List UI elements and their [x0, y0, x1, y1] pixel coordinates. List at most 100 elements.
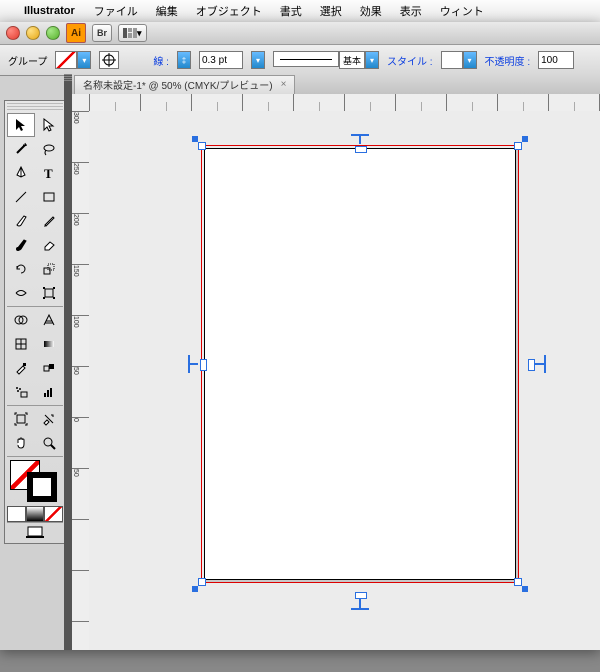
stroke-indicator[interactable]	[27, 472, 57, 502]
document-tab-bar: 名称未設定-1* @ 50% (CMYK/プレビュー) ×	[64, 74, 600, 95]
gradient-tool[interactable]	[35, 332, 63, 356]
zoom-tool[interactable]	[35, 431, 63, 455]
stroke-panel-link[interactable]: 線 :	[153, 53, 169, 68]
stroke-weight-stepper[interactable]: ‡	[177, 51, 191, 69]
app-menu[interactable]: Illustrator	[14, 5, 85, 17]
close-window-button[interactable]	[6, 26, 20, 40]
panel-collapse-strip[interactable]	[64, 74, 72, 650]
stroke-preset-label: 基本	[339, 51, 365, 69]
control-bar: グループ ▾ 線 : ‡ 0.3 pt ▾ 基本 ▾ スタイル : ▾ 不透明度…	[0, 45, 600, 76]
fill-swatch[interactable]	[55, 51, 77, 69]
anchor-top-right[interactable]	[522, 136, 528, 142]
magic-wand-tool[interactable]	[7, 137, 35, 161]
ruler-tick-label: 100	[72, 316, 79, 328]
handle-top-left[interactable]	[198, 142, 206, 150]
handle-top-right[interactable]	[514, 142, 522, 150]
screen-mode-button[interactable]	[7, 522, 63, 541]
ruler-origin-box[interactable]	[72, 94, 90, 112]
free-transform-tool[interactable]	[35, 281, 63, 305]
zoom-window-button[interactable]	[46, 26, 60, 40]
blob-brush-tool[interactable]	[7, 233, 35, 257]
ruler-tick-label: 250	[72, 163, 79, 175]
reference-point-selector[interactable]	[99, 51, 119, 69]
blend-tool[interactable]	[35, 356, 63, 380]
svg-text:T: T	[44, 166, 53, 180]
mesh-tool[interactable]	[7, 332, 35, 356]
bridge-button[interactable]: Br	[92, 24, 112, 42]
stroke-profile-preview[interactable]	[273, 51, 339, 67]
handle-bottom-left[interactable]	[198, 578, 206, 586]
slice-tool[interactable]	[35, 407, 63, 431]
vertical-ruler[interactable]: 300 250 200 150 100 50 0 50	[72, 111, 90, 650]
close-tab-button[interactable]: ×	[281, 79, 287, 90]
fill-dropdown[interactable]: ▾	[77, 51, 91, 69]
menu-view[interactable]: 表示	[391, 3, 431, 19]
graphic-style-swatch[interactable]	[441, 51, 463, 69]
handle-top-mid[interactable]	[351, 134, 369, 138]
menu-file[interactable]: ファイル	[85, 3, 147, 19]
paintbrush-tool[interactable]	[7, 209, 35, 233]
shape-builder-tool[interactable]	[7, 308, 35, 332]
menu-effect[interactable]: 効果	[351, 3, 391, 19]
bridge-label: Br	[97, 28, 107, 38]
pen-tool[interactable]	[7, 161, 35, 185]
ruler-tick-label: 150	[72, 265, 79, 277]
menu-type[interactable]: 書式	[271, 3, 311, 19]
opacity-field[interactable]: 100	[538, 51, 574, 69]
document-tab[interactable]: 名称未設定-1* @ 50% (CMYK/プレビュー) ×	[74, 75, 295, 94]
stroke-weight-dropdown[interactable]: ▾	[251, 51, 265, 69]
graphic-style-dropdown[interactable]: ▾	[463, 51, 477, 69]
rotate-tool[interactable]	[7, 257, 35, 281]
handle-bottom-right[interactable]	[514, 578, 522, 586]
panel-gripper[interactable]	[7, 103, 63, 111]
arrange-documents-button[interactable]: ▾	[118, 24, 147, 42]
ruler-tick-label: 0	[72, 418, 79, 422]
ruler-tick-label: 50	[72, 469, 79, 477]
type-tool[interactable]: T	[35, 161, 63, 185]
rectangle-tool[interactable]	[35, 185, 63, 209]
anchor-top-left[interactable]	[192, 136, 198, 142]
hand-tool[interactable]	[7, 431, 35, 455]
opacity-panel-link[interactable]: 不透明度 :	[485, 53, 531, 68]
perspective-grid-tool[interactable]	[35, 308, 63, 332]
stroke-profile-dropdown[interactable]: ▾	[365, 51, 379, 69]
registration-icon	[102, 53, 116, 67]
ruler-tick-label: 50	[72, 367, 79, 375]
lasso-tool[interactable]	[35, 137, 63, 161]
menu-edit[interactable]: 編集	[147, 3, 187, 19]
stroke-weight-field[interactable]: 0.3 pt	[199, 51, 243, 69]
pencil-tool[interactable]	[35, 209, 63, 233]
anchor-bottom-right[interactable]	[522, 586, 528, 592]
selection-type-label: グループ	[8, 53, 47, 68]
tools-panel: T	[4, 100, 66, 544]
horizontal-ruler[interactable]	[89, 94, 600, 112]
scale-tool[interactable]	[35, 257, 63, 281]
illustrator-window: Ai Br ▾ グループ ▾ 線 : ‡ 0.3 pt ▾ 基本 ▾ スタイル …	[0, 22, 600, 650]
eyedropper-tool[interactable]	[7, 356, 35, 380]
menu-object[interactable]: オブジェクト	[187, 3, 271, 19]
fill-stroke-indicator[interactable]	[7, 458, 63, 504]
direct-selection-tool[interactable]	[35, 113, 63, 137]
menu-select[interactable]: 選択	[311, 3, 351, 19]
width-tool[interactable]	[7, 281, 35, 305]
artboard-tool[interactable]	[7, 407, 35, 431]
none-mode-button[interactable]	[44, 506, 63, 522]
ruler-tick-label: 300	[72, 112, 79, 124]
selection-tool[interactable]	[7, 113, 35, 137]
column-graph-tool[interactable]	[35, 380, 63, 404]
minimize-window-button[interactable]	[26, 26, 40, 40]
handle-bottom-mid[interactable]	[351, 596, 369, 600]
handle-left-mid[interactable]	[188, 355, 192, 373]
eraser-tool[interactable]	[35, 233, 63, 257]
menu-window[interactable]: ウィント	[431, 3, 493, 19]
handle-right-mid[interactable]	[532, 355, 536, 373]
anchor-bottom-left[interactable]	[192, 586, 198, 592]
symbol-sprayer-tool[interactable]	[7, 380, 35, 404]
selection-bounding-box[interactable]	[201, 145, 519, 583]
line-segment-tool[interactable]	[7, 185, 35, 209]
canvas[interactable]	[89, 111, 600, 650]
style-panel-link[interactable]: スタイル :	[387, 53, 433, 68]
gradient-mode-button[interactable]	[26, 506, 45, 522]
mac-menu-bar: Illustrator ファイル 編集 オブジェクト 書式 選択 効果 表示 ウ…	[0, 0, 600, 23]
color-mode-button[interactable]	[7, 506, 26, 522]
